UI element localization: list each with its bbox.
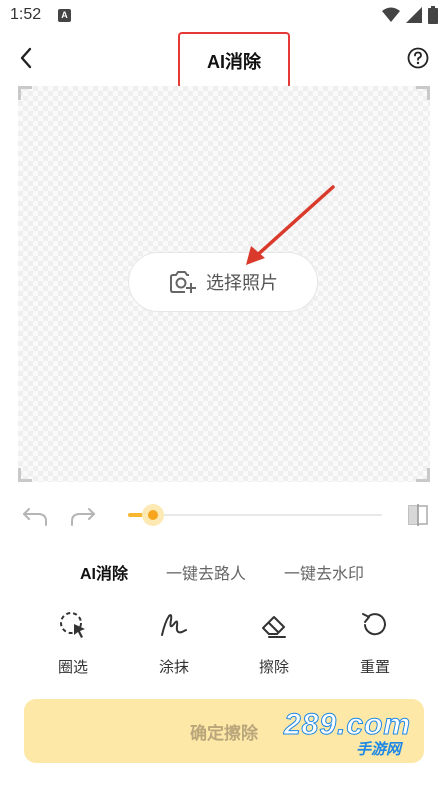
confirm-erase-button[interactable]: 确定擦除 [24,699,424,763]
eraser-icon [262,616,286,638]
tool-eraser[interactable]: 擦除 [239,610,309,680]
tool-smear[interactable]: 涂抹 [139,610,209,680]
title-highlight-box: AI消除 [178,32,290,89]
notification-badge: A [58,9,71,22]
select-photo-button[interactable]: 选择照片 [128,252,318,312]
header: AI消除 [0,32,448,89]
tool-label: 重置 [359,659,390,676]
brush-size-thumb[interactable] [142,504,164,526]
mode-tabs: AI消除 一键去路人 一键去水印 [0,556,448,586]
tool-reset[interactable]: 重置 [340,610,410,680]
crop-corner-bottom-left [18,468,32,482]
crop-corner-bottom-right [416,468,430,482]
tab-ai-erase[interactable]: AI消除 [80,560,128,584]
wifi-icon [382,7,400,22]
redo-icon [71,508,95,526]
help-icon [407,47,429,69]
crop-corner-top-left [18,86,32,100]
reset-icon [362,613,386,636]
battery-icon [428,6,438,24]
image-canvas[interactable]: 选择照片 [18,86,430,482]
tool-lasso-select[interactable]: 圈选 [38,610,108,680]
crop-corner-top-right [416,86,430,100]
status-bar: 1:52 A [0,0,448,32]
signal-icon [406,7,422,23]
help-button[interactable] [404,44,432,72]
chevron-left-icon [20,47,32,69]
status-time: 1:52 [10,6,42,23]
tool-label: 圈选 [57,659,88,676]
camera-add-icon [170,271,196,293]
tool-label: 涂抹 [158,659,189,676]
brush-size-slider[interactable] [128,504,382,526]
undo-button[interactable] [20,502,50,530]
status-icons [382,6,438,24]
select-photo-label: 选择照片 [206,273,278,293]
confirm-erase-label: 确定擦除 [190,723,258,743]
lasso-select-icon [60,612,85,638]
brush-smear-icon [161,614,187,636]
page-title: AI消除 [207,51,261,72]
compare-icon[interactable] [406,503,430,527]
back-button[interactable] [12,44,40,72]
tool-label: 擦除 [258,659,289,676]
redo-button[interactable] [68,502,98,530]
undo-icon [23,508,47,526]
tab-remove-watermark[interactable]: 一键去水印 [284,560,364,584]
tab-remove-passersby[interactable]: 一键去路人 [166,560,246,584]
